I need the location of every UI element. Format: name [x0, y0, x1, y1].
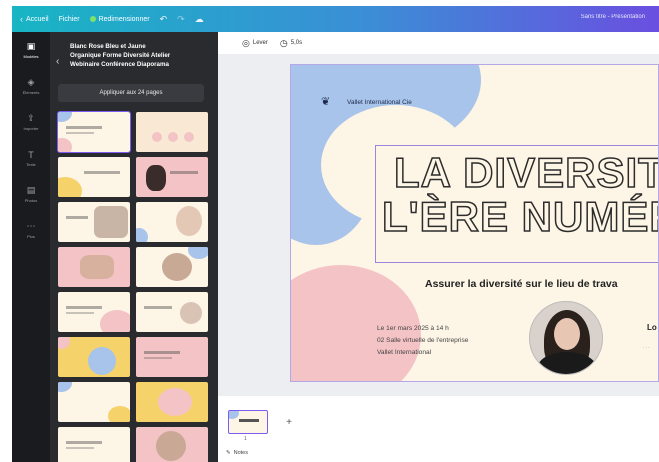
notes-label: Notes — [233, 450, 248, 456]
page-number: 1 — [244, 436, 247, 442]
add-page-button[interactable]: + — [280, 414, 298, 432]
cloud-save-icon: ☁ — [194, 13, 204, 24]
template-icon: ▣ — [26, 41, 36, 51]
template-thumbnail[interactable] — [57, 111, 131, 153]
template-thumbnail[interactable] — [58, 382, 130, 422]
event-info[interactable]: Le 1er mars 2025 à 14 h 02 Salle virtuel… — [377, 323, 468, 359]
chevron-left-icon: ‹ — [20, 14, 23, 24]
page-strip: 1 + ✎ Notes — [218, 396, 659, 462]
undo-icon: ↶ — [159, 13, 168, 24]
notes-button[interactable]: ✎ Notes — [226, 450, 248, 456]
text-icon: T — [28, 149, 34, 160]
home-button[interactable]: ‹ Accueil — [20, 14, 49, 24]
event-info-line: Le 1er mars 2025 à 14 h — [377, 325, 449, 332]
template-thumbnail[interactable] — [136, 112, 208, 152]
animate-icon: ◎ — [242, 37, 250, 48]
top-bar: ‹ Accueil Fichier Redimensionner ↶ ↷ ☁ S… — [12, 6, 659, 32]
animate-label: Lever — [252, 40, 268, 46]
company-name: Vallet International Cie — [347, 99, 412, 106]
template-thumbnail[interactable] — [136, 337, 208, 377]
template-thumbnail[interactable] — [136, 427, 208, 462]
template-thumbnail-grid — [57, 111, 208, 462]
slide-subtitle[interactable]: Assurer la diversité sur le lieu de trav… — [425, 278, 618, 290]
rail-item-photos[interactable]: ▤ Photos — [12, 176, 50, 212]
rail-item-uploads[interactable]: ⇪ Importer — [12, 104, 50, 140]
template-title: Blanc Rose Bleu et Jaune Organique Forme… — [70, 42, 216, 69]
photo-icon: ▤ — [26, 185, 36, 195]
rail-label: Éléments — [22, 90, 40, 95]
template-thumbnail[interactable] — [136, 292, 208, 332]
template-thumbnail[interactable] — [58, 247, 130, 287]
more-icon: ⋯ — [26, 221, 36, 231]
template-thumbnail[interactable] — [136, 202, 208, 242]
resize-button[interactable]: Redimensionner — [89, 15, 150, 23]
event-info-line: 02 Salle virtuelle de l'entreprise — [377, 337, 469, 344]
side-rail: ▣ Modèles ◈ Éléments ⇪ Importer T Texte … — [12, 32, 50, 462]
title-text-box[interactable]: LA DIVERSITÉ L'ÈRE NUMÉRIC — [375, 145, 658, 263]
slide-canvas[interactable]: ❦ Vallet International Cie LA DIVERSITÉ … — [290, 64, 659, 382]
template-title-line: Organique Forme Diversité Atelier — [70, 52, 171, 59]
rail-label: Plus — [27, 234, 35, 239]
template-thumbnail[interactable] — [58, 337, 130, 377]
speaker-photo[interactable] — [529, 301, 603, 375]
template-thumbnail[interactable] — [58, 202, 130, 242]
clock-icon: ◷ — [279, 37, 288, 48]
duration-label: 5,0s — [290, 40, 303, 46]
event-info-line: Vallet International — [377, 349, 432, 356]
template-title-line: Blanc Rose Bleu et Jaune — [70, 43, 146, 50]
upload-icon: ⇪ — [27, 113, 35, 123]
rail-label: Modèles — [23, 54, 39, 59]
rail-item-elements[interactable]: ◈ Éléments — [12, 68, 50, 104]
notes-icon: ✎ — [226, 450, 231, 456]
template-thumbnail[interactable] — [136, 247, 208, 287]
rail-label: Importer — [23, 126, 39, 131]
slide-title-line1: LA DIVERSITÉ — [393, 149, 658, 196]
speaker-name[interactable]: Lo — [647, 323, 657, 332]
redo-icon: ↷ — [177, 13, 185, 24]
rail-item-templates[interactable]: ▣ Modèles — [12, 32, 50, 68]
resize-label: Redimensionner — [98, 15, 150, 23]
company-logo-icon: ❦ — [321, 96, 331, 108]
canvas-toolbar: ◎ Lever ◷ 5,0s — [218, 32, 659, 54]
rail-item-text[interactable]: T Texte — [12, 140, 50, 176]
elements-icon: ◈ — [27, 77, 35, 87]
templates-panel: ‹ Blanc Rose Bleu et Jaune Organique For… — [50, 32, 218, 462]
animate-button[interactable]: ◎ Lever — [242, 38, 268, 49]
template-title-line: Webinaire Conférence Diaporama — [70, 61, 169, 68]
apply-all-pages-button[interactable]: Appliquer aux 24 pages — [58, 84, 204, 102]
home-label: Accueil — [26, 15, 49, 23]
rail-item-more[interactable]: ⋯ Plus — [12, 212, 50, 248]
file-label: Fichier — [58, 15, 80, 23]
cloud-save-button[interactable]: ☁ — [195, 14, 204, 25]
template-thumbnail[interactable] — [58, 157, 130, 197]
slide-title-line2: L'ÈRE NUMÉRIC — [381, 193, 658, 240]
crown-icon — [89, 16, 96, 22]
rail-label: Photos — [24, 198, 38, 203]
back-chevron-icon[interactable]: ‹ — [56, 56, 59, 67]
template-thumbnail[interactable] — [136, 382, 208, 422]
duration-button[interactable]: ◷ 5,0s — [280, 38, 302, 49]
template-thumbnail[interactable] — [58, 292, 130, 332]
editor-frame: ‹ Accueil Fichier Redimensionner ↶ ↷ ☁ S… — [12, 6, 659, 462]
canvas-area: ◎ Lever ◷ 5,0s ❦ Vallet International Ci… — [218, 32, 659, 462]
undo-button[interactable]: ↶ — [160, 14, 168, 25]
page-thumbnail[interactable] — [228, 410, 268, 434]
rail-label: Texte — [26, 161, 36, 167]
file-menu-button[interactable]: Fichier — [59, 16, 80, 23]
template-thumbnail[interactable] — [58, 427, 130, 462]
redo-button[interactable]: ↷ — [177, 14, 185, 25]
document-title[interactable]: Sans titre - Présentation — [581, 14, 645, 20]
speaker-detail: · · · — [643, 345, 650, 350]
template-thumbnail[interactable] — [136, 157, 208, 197]
